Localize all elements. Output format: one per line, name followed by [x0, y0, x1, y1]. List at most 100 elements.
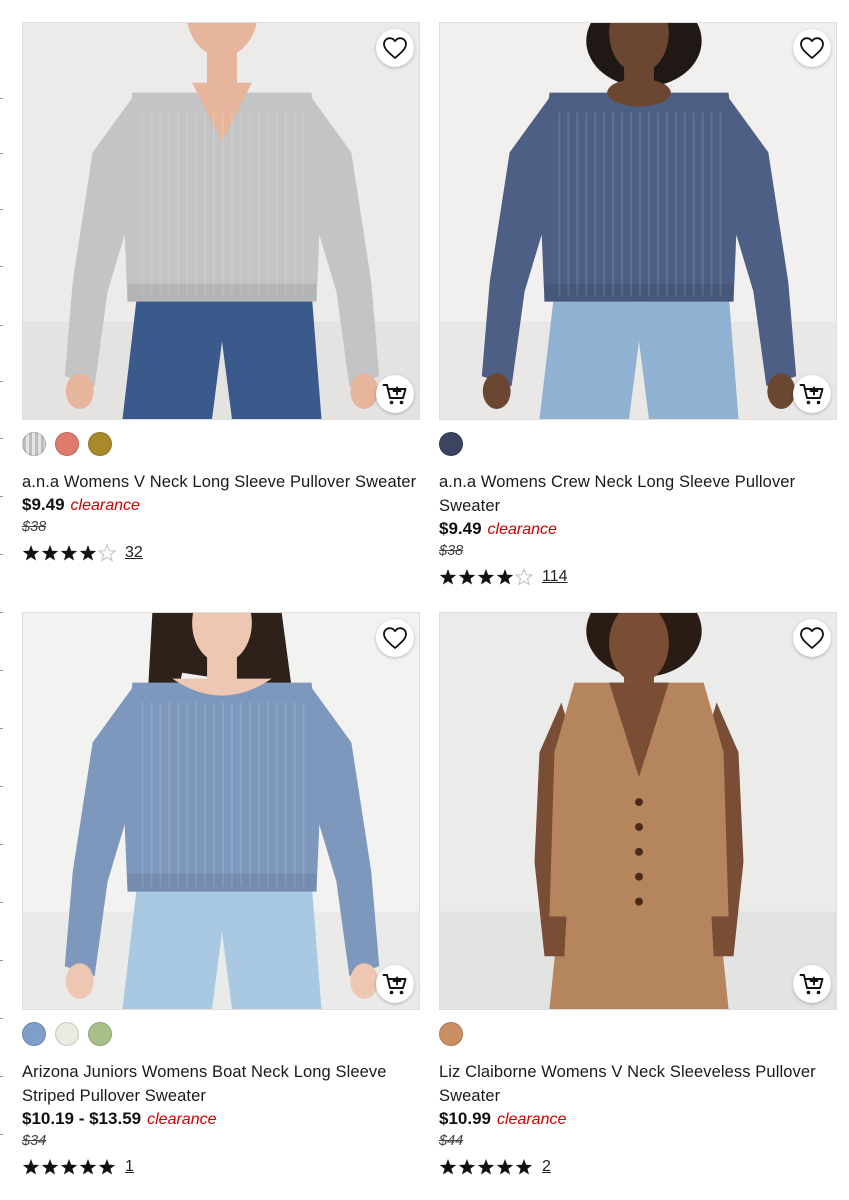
add-to-cart-button[interactable] — [793, 375, 831, 413]
star-filled-icon — [41, 545, 59, 561]
rating-row: 32 — [22, 542, 420, 564]
add-to-cart-button[interactable] — [376, 965, 414, 1003]
edge-tick — [0, 670, 3, 671]
add-to-cart-icon — [382, 384, 407, 405]
color-swatches — [439, 1022, 837, 1046]
sale-price: $10.19 - $13.59 — [22, 1109, 142, 1128]
color-swatch[interactable] — [22, 432, 46, 456]
edge-tick — [0, 960, 3, 961]
star-filled-icon — [439, 569, 457, 585]
star-filled-icon — [477, 569, 495, 585]
product-title[interactable]: Arizona Juniors Womens Boat Neck Long Sl… — [22, 1060, 420, 1108]
add-to-cart-icon — [799, 974, 824, 995]
star-rating — [22, 544, 116, 562]
color-swatch[interactable] — [22, 1022, 46, 1046]
add-to-favorites-button[interactable] — [793, 29, 831, 67]
product-image[interactable] — [439, 22, 837, 420]
star-filled-icon — [496, 1159, 514, 1175]
product-photo — [440, 23, 836, 419]
add-to-favorites-button[interactable] — [376, 29, 414, 67]
star-filled-icon — [98, 1159, 116, 1175]
edge-tick — [0, 209, 3, 210]
color-swatch[interactable] — [439, 432, 463, 456]
edge-tick — [0, 325, 3, 326]
edge-tick — [0, 902, 3, 903]
star-filled-icon — [496, 569, 514, 585]
product-image[interactable] — [22, 22, 420, 420]
heart-icon — [800, 37, 824, 59]
product-title[interactable]: a.n.a Womens V Neck Long Sleeve Pullover… — [22, 470, 420, 494]
color-swatch[interactable] — [55, 432, 79, 456]
price-row: $10.99 clearance — [439, 1109, 837, 1131]
clearance-badge: clearance — [487, 521, 557, 538]
clearance-badge: clearance — [147, 1111, 217, 1128]
edge-tick — [0, 438, 3, 439]
product-photo — [440, 613, 836, 1009]
edge-tick — [0, 786, 3, 787]
star-rating — [22, 1158, 116, 1176]
edge-tick — [0, 612, 3, 613]
star-rating — [439, 568, 533, 586]
star-filled-icon — [79, 545, 97, 561]
add-to-cart-icon — [382, 974, 407, 995]
product-image[interactable] — [22, 612, 420, 1010]
add-to-favorites-button[interactable] — [376, 619, 414, 657]
star-filled-icon — [458, 1159, 476, 1175]
edge-tick — [0, 381, 3, 382]
rating-row: 114 — [439, 566, 837, 588]
rating-row: 1 — [22, 1156, 420, 1178]
original-price: $44 — [439, 1133, 464, 1149]
star-empty-icon — [98, 544, 116, 562]
price-row: $9.49 clearance — [22, 495, 420, 517]
color-swatch[interactable] — [88, 1022, 112, 1046]
edge-tick — [0, 728, 3, 729]
edge-tick — [0, 844, 3, 845]
product-card[interactable]: Liz Claiborne Womens V Neck Sleeveless P… — [439, 612, 837, 1178]
product-card[interactable]: Arizona Juniors Womens Boat Neck Long Sl… — [22, 612, 420, 1178]
star-filled-icon — [458, 569, 476, 585]
color-swatch[interactable] — [439, 1022, 463, 1046]
review-count-link[interactable]: 32 — [125, 544, 143, 562]
color-swatches — [22, 432, 420, 456]
star-filled-icon — [60, 1159, 78, 1175]
add-to-cart-button[interactable] — [793, 965, 831, 1003]
review-count-link[interactable]: 114 — [542, 568, 568, 586]
heart-icon — [383, 37, 407, 59]
star-filled-icon — [22, 1159, 40, 1175]
product-card[interactable]: a.n.a Womens Crew Neck Long Sleeve Pullo… — [439, 22, 837, 588]
product-title[interactable]: a.n.a Womens Crew Neck Long Sleeve Pullo… — [439, 470, 837, 518]
color-swatch[interactable] — [88, 432, 112, 456]
heart-icon — [800, 627, 824, 649]
sale-price: $10.99 — [439, 1109, 491, 1128]
edge-tick — [0, 153, 3, 154]
star-filled-icon — [515, 1159, 533, 1175]
sale-price: $9.49 — [439, 519, 482, 538]
product-grid: a.n.a Womens V Neck Long Sleeve Pullover… — [22, 22, 839, 1182]
sale-price: $9.49 — [22, 495, 65, 514]
star-filled-icon — [79, 1159, 97, 1175]
star-filled-icon — [60, 545, 78, 561]
product-card[interactable]: a.n.a Womens V Neck Long Sleeve Pullover… — [22, 22, 420, 564]
star-filled-icon — [439, 1159, 457, 1175]
clearance-badge: clearance — [70, 497, 140, 514]
product-title[interactable]: Liz Claiborne Womens V Neck Sleeveless P… — [439, 1060, 837, 1108]
original-price: $34 — [22, 1133, 47, 1149]
color-swatch[interactable] — [55, 1022, 79, 1046]
product-photo — [23, 23, 419, 419]
rating-row: 2 — [439, 1156, 837, 1178]
product-image[interactable] — [439, 612, 837, 1010]
price-row: $10.19 - $13.59 clearance — [22, 1109, 420, 1131]
original-price: $38 — [439, 543, 464, 559]
review-count-link[interactable]: 1 — [125, 1158, 134, 1176]
price-row: $9.49 clearance — [439, 519, 837, 541]
edge-tick — [0, 266, 3, 267]
edge-tick — [0, 554, 3, 555]
original-price: $38 — [22, 519, 47, 535]
star-empty-icon — [515, 568, 533, 586]
add-to-cart-button[interactable] — [376, 375, 414, 413]
color-swatches — [22, 1022, 420, 1046]
review-count-link[interactable]: 2 — [542, 1158, 551, 1176]
edge-tick — [0, 496, 3, 497]
star-rating — [439, 1158, 533, 1176]
add-to-favorites-button[interactable] — [793, 619, 831, 657]
